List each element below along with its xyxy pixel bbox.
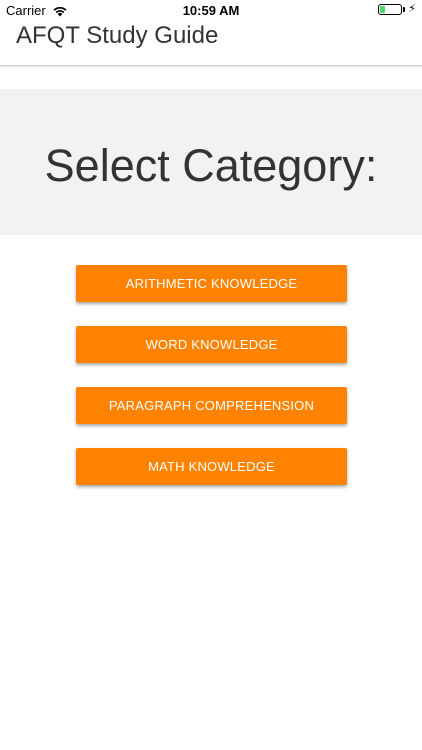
category-button-math-knowledge[interactable]: MATH KNOWLEDGE [76, 448, 347, 485]
battery-level [380, 6, 386, 13]
status-time: 10:59 AM [182, 3, 240, 18]
header-banner: Select Category: [0, 89, 422, 235]
bolt-icon: ⚡ [408, 3, 416, 15]
category-list: ARITHMETIC KNOWLEDGE WORD KNOWLEDGE PARA… [76, 265, 347, 509]
nav-bar: AFQT Study Guide [0, 20, 422, 66]
category-button-paragraph-comprehension[interactable]: PARAGRAPH COMPREHENSION [76, 387, 347, 424]
page-title: Select Category: [44, 140, 378, 191]
category-button-word-knowledge[interactable]: WORD KNOWLEDGE [76, 326, 347, 363]
category-button-arithmetic-knowledge[interactable]: ARITHMETIC KNOWLEDGE [76, 265, 347, 302]
battery-icon [378, 4, 403, 15]
status-bar: Carrier 10:59 AM ⚡ [0, 0, 422, 22]
battery-tip [403, 7, 406, 12]
battery-indicator: ⚡ [378, 4, 416, 15]
app-screen: Carrier 10:59 AM ⚡ AFQT Study Guide Sele… [0, 0, 422, 750]
app-title: AFQT Study Guide [16, 22, 219, 49]
